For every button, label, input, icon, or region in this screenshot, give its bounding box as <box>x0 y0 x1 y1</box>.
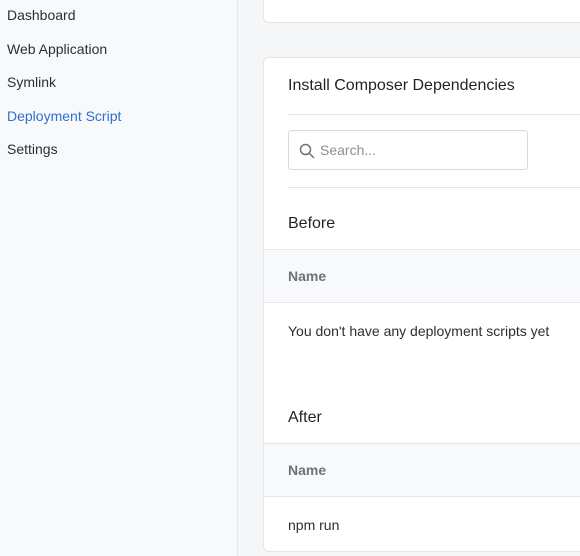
sidebar-item-deployment-script[interactable]: Deployment Script <box>7 107 121 125</box>
search-icon <box>299 143 315 159</box>
table-row[interactable]: npm run <box>288 517 339 533</box>
after-table-header: Name <box>264 443 580 497</box>
before-table-header: Name <box>264 249 580 303</box>
sidebar-item-dashboard[interactable]: Dashboard <box>7 6 76 24</box>
previous-card <box>263 0 580 23</box>
sidebar-item-web-application[interactable]: Web Application <box>7 40 107 58</box>
search-field[interactable] <box>288 130 528 170</box>
sidebar: Dashboard Web Application Symlink Deploy… <box>0 0 238 556</box>
main-content: Install Composer Dependencies Before Nam… <box>239 0 580 556</box>
deployment-card: Install Composer Dependencies Before Nam… <box>263 57 580 552</box>
before-section-title: Before <box>288 215 336 232</box>
card-title: Install Composer Dependencies <box>288 77 515 94</box>
search-input[interactable] <box>320 140 520 160</box>
sidebar-item-symlink[interactable]: Symlink <box>7 73 56 91</box>
column-header-name[interactable]: Name <box>288 268 326 284</box>
empty-state-message: You don't have any deployment scripts ye… <box>288 323 550 339</box>
sidebar-item-settings[interactable]: Settings <box>7 140 58 158</box>
divider <box>288 187 580 188</box>
column-header-name[interactable]: Name <box>288 462 326 478</box>
after-section-title: After <box>288 409 322 426</box>
divider <box>288 114 580 115</box>
